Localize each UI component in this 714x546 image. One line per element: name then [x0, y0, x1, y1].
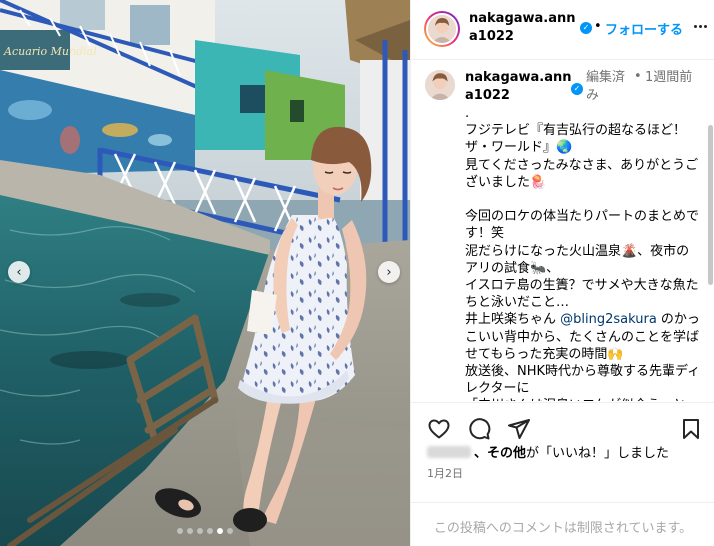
profile-avatar[interactable]	[424, 11, 460, 47]
more-options-icon[interactable]	[691, 16, 709, 36]
comments-restricted-text: この投稿へのコメントは制限されています。	[433, 521, 693, 536]
photo-scene: Acuario Mundial	[0, 0, 410, 546]
caption-section: nakagawa.anna1022 ✓ 編集済み • 1週間前 . フジテレビ『…	[411, 61, 714, 401]
share-icon[interactable]	[507, 417, 531, 441]
post-header: nakagawa.anna1022 ✓ • フォローする	[411, 0, 714, 60]
header-username[interactable]: nakagawa.anna1022	[469, 10, 579, 46]
comments-restricted-notice: この投稿へのコメントは制限されています。	[411, 502, 714, 546]
avatar-image	[428, 15, 456, 43]
caption-text: . フジテレビ『有吉弘行の超なるほど！ザ・ワールド』🌏 見てくださったみなさま、…	[465, 105, 701, 401]
carousel-dot	[197, 528, 203, 534]
heart-icon[interactable]	[427, 417, 451, 441]
verified-badge-icon: ✓	[580, 22, 592, 34]
carousel-dot	[207, 528, 213, 534]
chevron-right-icon: ›	[386, 264, 392, 280]
liked-by-suffix: 、その他	[474, 446, 527, 461]
caption-scrollbar[interactable]	[708, 125, 713, 401]
mention-link[interactable]: @bling2sakura	[560, 312, 657, 327]
chevron-left-icon: ‹	[16, 264, 22, 280]
carousel-dot	[227, 528, 233, 534]
carousel-dot	[217, 528, 223, 534]
post-time-ago[interactable]: 1週間前	[645, 69, 695, 87]
post-date[interactable]: 1月2日	[427, 465, 463, 481]
header-separator: •	[594, 19, 602, 34]
caption-text-part1: . フジテレビ『有吉弘行の超なるほど！ザ・ワールド』🌏 見てくださったみなさま、…	[465, 106, 700, 328]
caption-separator: •	[634, 69, 642, 84]
liked-text: が「いいね！」しました	[526, 446, 670, 461]
edited-label: 編集済み	[586, 70, 626, 103]
carousel-dot	[177, 528, 183, 534]
carousel-dot	[187, 528, 193, 534]
follow-button[interactable]: フォローする	[605, 19, 683, 38]
verified-badge-icon: ✓	[571, 83, 583, 95]
carousel-prev-button[interactable]: ‹	[8, 261, 30, 283]
caption-username[interactable]: nakagawa.anna1022	[465, 69, 578, 105]
mural-sign-text: Acuario Mundial	[3, 45, 97, 58]
bookmark-icon[interactable]	[679, 417, 703, 441]
caption-avatar[interactable]	[425, 70, 455, 100]
avatar-image	[425, 70, 455, 100]
carousel-next-button[interactable]: ›	[378, 261, 400, 283]
likes-summary[interactable]: 、その他が「いいね！」しました	[427, 445, 707, 463]
carousel-indicator	[0, 528, 410, 534]
post-sidebar: nakagawa.anna1022 ✓ • フォローする nakagawa.an…	[410, 0, 714, 546]
post-photo[interactable]: Acuario Mundial ‹ ›	[0, 0, 410, 546]
liker-avatar-blurred	[427, 446, 471, 458]
comment-icon[interactable]	[467, 417, 491, 441]
